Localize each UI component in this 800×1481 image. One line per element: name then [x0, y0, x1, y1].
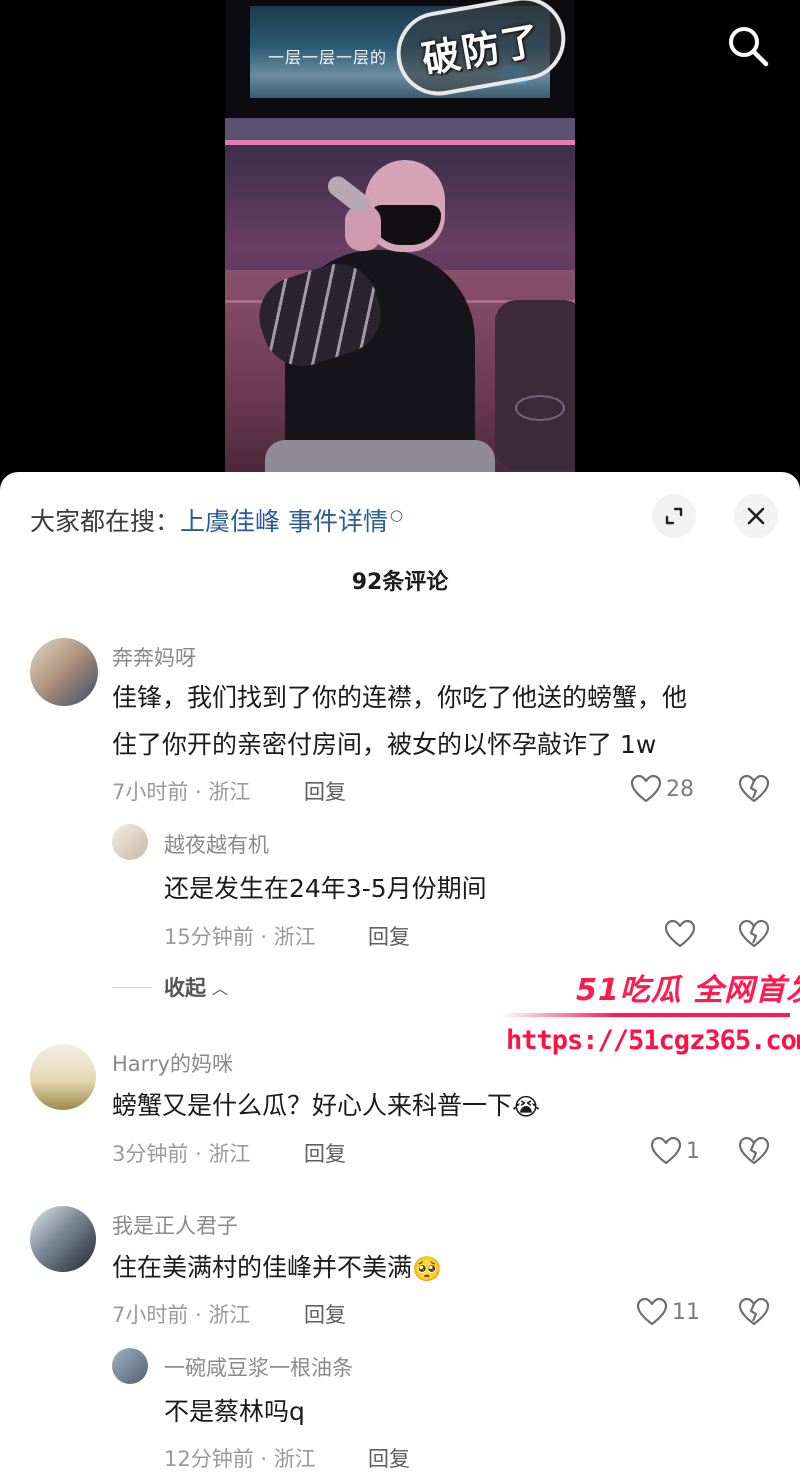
reply-button[interactable]: 回复 — [368, 1443, 410, 1473]
chevron-up-icon: ︿ — [212, 979, 229, 998]
like-count: 28 — [666, 776, 694, 802]
avatar[interactable] — [112, 1348, 148, 1384]
expand-button[interactable] — [652, 494, 696, 538]
collapse-replies-button[interactable]: 收起 ︿ — [112, 972, 228, 1002]
divider — [112, 986, 152, 988]
tv-lyrics: 一层一层一层的 — [268, 48, 388, 67]
watermark-title: 51吃瓜 全网首发 — [576, 973, 800, 1008]
search-button[interactable] — [724, 22, 772, 70]
watermark: 51吃瓜 全网首发 https://51cgz365.com — [498, 965, 800, 1065]
expand-icon — [665, 507, 683, 525]
heart-icon — [664, 919, 696, 948]
search-small-icon: ○ — [389, 506, 404, 524]
dislike-button[interactable] — [738, 774, 770, 808]
comment-text: 佳锋，我们找到了你的连襟，你吃了他送的螃蟹，他 住了你开的亲密付房间，被女的以怀… — [112, 674, 687, 768]
watermark-stripe — [500, 1013, 790, 1017]
heart-icon — [636, 1297, 668, 1326]
comment-meta: 7小时前 · 浙江 — [112, 1303, 251, 1327]
broken-heart-icon — [738, 919, 770, 948]
sticker-text: 破防了 — [418, 17, 545, 82]
dislike-button[interactable] — [738, 1297, 770, 1331]
comment-username[interactable]: 越夜越有机 — [164, 829, 269, 859]
reply-button[interactable]: 回复 — [368, 921, 410, 951]
like-count: 1 — [686, 1138, 700, 1164]
pillow-emblem — [515, 395, 565, 421]
close-button[interactable] — [734, 494, 778, 538]
dislike-button[interactable] — [738, 1136, 770, 1170]
comment-text-body: 住在美满村的佳峰并不美满 — [112, 1253, 413, 1282]
close-icon — [747, 507, 765, 525]
reply-button[interactable]: 回复 — [304, 776, 346, 806]
comment-username[interactable]: Harry的妈咪 — [112, 1048, 233, 1078]
avatar[interactable] — [30, 638, 98, 706]
comment-username[interactable]: 奔奔妈呀 — [112, 642, 196, 672]
like-button[interactable]: 28 — [630, 774, 694, 804]
avatar[interactable] — [30, 1044, 96, 1110]
comment-text: 不是蔡林吗q — [164, 1397, 305, 1426]
comment-text-line: 佳锋，我们找到了你的连襟，你吃了他送的螃蟹，他 — [112, 683, 688, 712]
like-button[interactable]: 11 — [636, 1297, 700, 1327]
pillow — [495, 300, 575, 470]
comment-meta: 3分钟前 · 浙江 — [112, 1142, 251, 1166]
comment-count: 92条评论 — [351, 570, 449, 595]
comment-text: 还是发生在24年3-5月份期间 — [164, 874, 487, 903]
dislike-button[interactable] — [738, 919, 770, 953]
heart-icon — [650, 1136, 682, 1165]
reply-button[interactable]: 回复 — [304, 1138, 346, 1168]
comment-meta: 12分钟前 · 浙江 — [164, 1447, 316, 1471]
comment-meta: 7小时前 · 浙江 — [112, 780, 251, 804]
trending-link[interactable]: 上虞佳峰 事件详情 — [180, 507, 388, 536]
search-icon — [729, 27, 769, 67]
comment-text-body: 螃蟹又是什么瓜？好心人来科普一下 — [112, 1091, 513, 1120]
like-button[interactable] — [664, 919, 700, 949]
broken-heart-icon — [738, 774, 770, 803]
watermark-url: https://51cgz365.com — [506, 1025, 800, 1056]
avatar[interactable] — [30, 1206, 96, 1272]
collapse-label: 收起 — [164, 976, 206, 1000]
avatar[interactable] — [112, 824, 148, 860]
emoji-crying: 😭 — [512, 1092, 541, 1121]
like-count: 11 — [672, 1299, 700, 1325]
comment-meta: 15分钟前 · 浙江 — [164, 925, 316, 949]
comment-username[interactable]: 我是正人君子 — [112, 1210, 238, 1240]
broken-heart-icon — [738, 1136, 770, 1165]
comment-text: 住在美满村的佳峰并不美满🥺 — [112, 1244, 442, 1293]
comment-text-line: 住了你开的亲密付房间，被女的以怀孕敲诈了 1w — [112, 730, 657, 759]
broken-heart-icon — [738, 1297, 770, 1326]
emoji-pleading: 🥺 — [412, 1254, 442, 1283]
trending-prefix: 大家都在搜： — [30, 507, 181, 536]
heart-icon — [630, 774, 662, 803]
reply-button[interactable]: 回复 — [304, 1299, 346, 1329]
trending-search[interactable]: 大家都在搜：上虞佳峰 事件详情 ○ — [30, 502, 403, 538]
comment-text: 螃蟹又是什么瓜？好心人来科普一下😭 — [112, 1082, 540, 1131]
like-button[interactable]: 1 — [650, 1136, 700, 1166]
video-player[interactable]: 一层一层一层的 破防了 — [0, 0, 800, 478]
comment-username[interactable]: 一碗咸豆浆一根油条 — [164, 1352, 353, 1382]
led-strip — [225, 140, 575, 145]
